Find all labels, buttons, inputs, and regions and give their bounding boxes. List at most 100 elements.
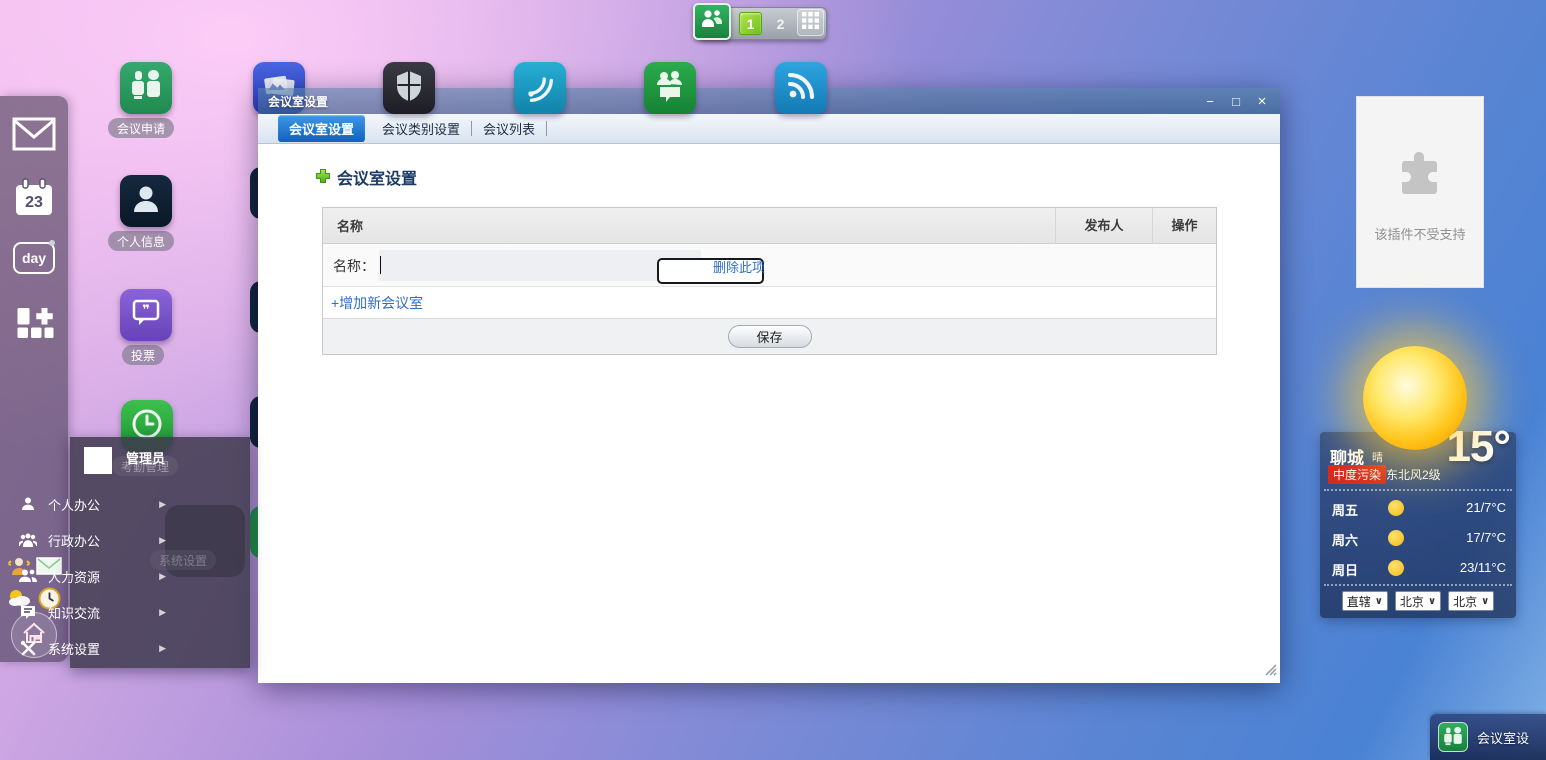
room-name-input[interactable] (379, 250, 701, 281)
rss-icon (785, 70, 817, 107)
dotted-separator (1324, 584, 1512, 586)
svg-text:❞: ❞ (142, 302, 150, 317)
desktop-icon-rss[interactable] (775, 62, 827, 114)
desktop-icon-meeting-request[interactable] (120, 62, 172, 114)
dotted-separator (1324, 489, 1512, 491)
workspace-grid-button[interactable] (797, 9, 824, 36)
forecast-temp: 21/7°C (1466, 500, 1506, 515)
mail-icon[interactable] (11, 115, 57, 153)
menu-item-admin-office[interactable]: 行政办公 ▶ (0, 525, 180, 555)
forecast-day: 周六 (1332, 530, 1358, 549)
tools-icon (18, 640, 38, 657)
desktop-label-personal-info: 个人信息 (108, 231, 174, 251)
weather-condition: 晴 (1372, 449, 1383, 465)
vote-bubble-icon: ❞ (130, 297, 162, 334)
day-view-icon[interactable]: day (13, 242, 55, 274)
taskbar-item-meeting-room[interactable]: 会议室设 (1430, 714, 1546, 760)
taskbar-item-label: 会议室设 (1477, 728, 1529, 747)
delete-item-link[interactable]: 删除此项 (713, 257, 765, 276)
window-body: 会议室设置 名称 发布人 操作 名称： 删除此项 +增加新会议室 保存 (258, 144, 1280, 683)
meeting-room-settings-window: 会议室设置 − □ × 会议室设置 会议类别设置 会议列表 会议室设置 名称 发… (258, 88, 1280, 683)
tab-meeting-category-settings[interactable]: 会议类别设置 (371, 115, 471, 142)
chevron-down-icon: ∨ (1481, 596, 1489, 607)
submenu-arrow-icon: ▶ (159, 643, 166, 654)
maximize-button[interactable]: □ (1228, 94, 1244, 109)
submenu-arrow-icon: ▶ (159, 607, 166, 618)
tab-meeting-list[interactable]: 会议列表 (472, 115, 546, 142)
menu-item-system-settings[interactable]: 系统设置 ▶ (0, 633, 180, 663)
apps-grid-icon[interactable] (13, 302, 55, 344)
puzzle-icon (1392, 149, 1448, 210)
workspace-app-icon[interactable] (693, 3, 731, 40)
province-select[interactable]: 北京 ∨ (1395, 591, 1441, 611)
plugin-message: 该插件不受支持 (1374, 224, 1465, 243)
column-header-operation: 操作 (1152, 208, 1216, 244)
meeting-icon (1438, 722, 1468, 752)
column-header-publisher: 发布人 (1055, 208, 1152, 244)
chevron-down-icon: ∨ (1428, 596, 1436, 607)
forecast-day: 周五 (1332, 500, 1358, 519)
forecast-row: 周五 21/7°C (1320, 494, 1516, 522)
calendar-day-number: 23 (25, 194, 43, 211)
resize-handle[interactable] (1265, 663, 1277, 681)
chevron-down-icon: ∨ (1375, 596, 1383, 607)
minimize-button[interactable]: − (1202, 94, 1218, 109)
menu-item-knowledge[interactable]: 知识交流 ▶ (0, 597, 180, 627)
forecast-row: 周六 17/7°C (1320, 524, 1516, 552)
people-icon (700, 8, 724, 35)
desktop-icon-broadcast[interactable] (514, 62, 566, 114)
city-select[interactable]: 北京 ∨ (1448, 591, 1494, 611)
sound-waves-icon (522, 68, 558, 109)
desktop-icon-personal-info[interactable] (120, 175, 172, 227)
tab-separator (546, 121, 547, 136)
person-icon (129, 182, 163, 221)
day-label: day (22, 250, 46, 266)
save-button[interactable]: 保存 (728, 325, 812, 348)
two-people-icon (18, 568, 38, 584)
person-icon (18, 496, 38, 512)
shield-icon (394, 69, 424, 108)
tab-meeting-room-settings[interactable]: 会议室设置 (278, 115, 365, 142)
table-row: +增加新会议室 (323, 287, 1216, 319)
weather-wind: 东北风2级 (1386, 466, 1441, 483)
meeting-icon (130, 69, 162, 108)
forecast-temp: 17/7°C (1466, 530, 1506, 545)
meeting-room-table: 名称 发布人 操作 名称： 删除此项 +增加新会议室 保存 (322, 207, 1217, 355)
desktop-icon-forum[interactable] (644, 62, 696, 114)
calendar-icon[interactable]: 23 (11, 176, 57, 222)
sunny-icon (1388, 530, 1404, 546)
sun-icon (1363, 346, 1467, 450)
close-button[interactable]: × (1254, 93, 1270, 110)
user-name: 管理员 (126, 448, 165, 467)
user-avatar[interactable] (84, 447, 112, 474)
text-caret (380, 256, 381, 274)
submenu-arrow-icon: ▶ (159, 499, 166, 510)
workspace-page-2[interactable]: 2 (769, 12, 792, 35)
desktop-label-meeting-request: 会议申请 (108, 118, 174, 138)
name-field-label: 名称： (333, 256, 375, 276)
window-title: 会议室设置 (268, 93, 328, 110)
unsupported-plugin-widget: 该插件不受支持 (1356, 96, 1484, 288)
desktop-icon-vote[interactable]: ❞ (120, 289, 172, 341)
menu-item-personal-office[interactable]: 个人办公 ▶ (0, 489, 180, 519)
section-title: 会议室设置 (337, 165, 417, 189)
tab-bar: 会议室设置 会议类别设置 会议列表 (258, 114, 1280, 144)
chat-people-icon (652, 68, 688, 109)
column-header-name: 名称 (323, 216, 1055, 235)
pollution-badge: 中度污染 (1328, 465, 1386, 484)
menu-item-hr[interactable]: 人力资源 ▶ (0, 561, 180, 591)
table-footer: 保存 (323, 319, 1216, 354)
add-plus-icon[interactable] (315, 168, 331, 189)
group-icon (18, 532, 38, 548)
forecast-temp: 23/11°C (1460, 560, 1506, 575)
desktop-icon-security[interactable] (383, 62, 435, 114)
board-icon (18, 604, 38, 620)
channel-select[interactable]: 直辖 ∨ (1342, 591, 1388, 611)
workspace-page-1[interactable]: 1 (739, 12, 762, 35)
forecast-row: 周日 23/11°C (1320, 554, 1516, 582)
add-meeting-room-link[interactable]: +增加新会议室 (331, 293, 423, 313)
submenu-arrow-icon: ▶ (159, 571, 166, 582)
sunny-icon (1388, 500, 1404, 516)
weather-selects-row: 直辖 ∨ 北京 ∨ 北京 ∨ (1320, 591, 1516, 611)
desktop-label-vote: 投票 (122, 345, 164, 365)
